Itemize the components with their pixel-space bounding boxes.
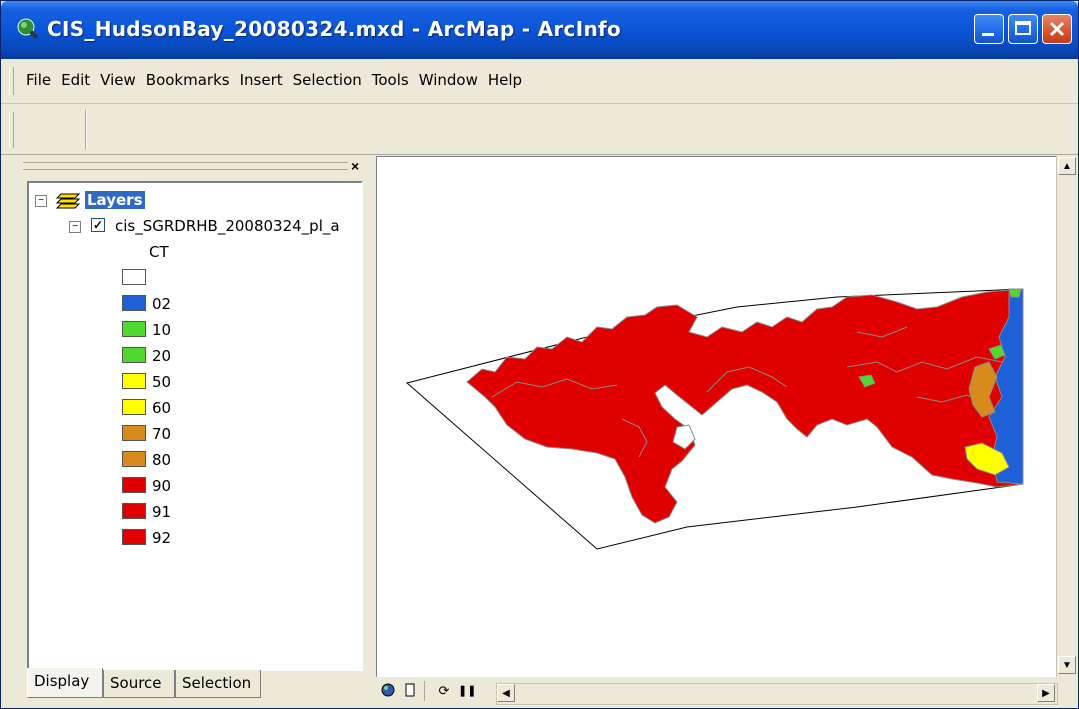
collapse-layer-icon[interactable]: − [69, 221, 81, 233]
menu-bookmarks[interactable]: Bookmarks [141, 71, 235, 89]
menu-grip[interactable] [9, 67, 14, 95]
statusbar-separator [424, 681, 425, 701]
horizontal-scrollbar[interactable]: ◀ ▶ [496, 683, 1058, 705]
legend-label: 02 [152, 295, 172, 313]
scroll-right-button[interactable]: ▶ [1037, 684, 1055, 702]
scroll-up-button[interactable]: ▲ [1058, 157, 1076, 175]
menu-selection[interactable]: Selection [288, 71, 367, 89]
toolbar [1, 104, 1078, 155]
ice-concentration-10-20-polygon-2 [1008, 288, 1022, 298]
legend-swatch [122, 269, 146, 285]
layer-name[interactable]: cis_SGRDRHB_20080324_pl_a [115, 217, 340, 235]
scroll-down-button[interactable]: ▼ [1058, 656, 1076, 674]
legend-swatch [122, 399, 146, 415]
tab-display[interactable]: Display [27, 668, 103, 698]
legend-swatch [122, 503, 146, 519]
close-icon [1049, 21, 1065, 37]
tab-selection[interactable]: Selection [175, 670, 261, 698]
collapse-layers-icon[interactable]: − [35, 195, 47, 207]
legend-swatch [122, 321, 146, 337]
legend-swatch [122, 529, 146, 545]
window-title: CIS_HudsonBay_20080324.mxd - ArcMap - Ar… [47, 17, 622, 41]
refresh-icon[interactable]: ⟳ [436, 683, 452, 699]
layout-view-icon[interactable] [402, 683, 418, 699]
legend-swatch [122, 295, 146, 311]
tab-source[interactable]: Source [103, 670, 175, 698]
scroll-left-button[interactable]: ◀ [497, 684, 515, 702]
layer-tree: − Layers − ✓ cis_SGRDRHB_20080324_pl_a C… [27, 181, 363, 671]
close-button[interactable] [1042, 14, 1072, 44]
legend-item[interactable]: 50 [122, 373, 212, 391]
map-canvas[interactable] [377, 157, 1057, 677]
maximize-icon [1015, 21, 1031, 35]
legend-swatch [122, 347, 146, 363]
legend-label: 91 [152, 503, 172, 521]
toc-header: × [19, 156, 369, 176]
legend-item[interactable]: 92 [122, 529, 212, 547]
menu-view[interactable]: View [95, 71, 141, 89]
map-statusbar: ⟳ ❚❚ ◀ ▶ [376, 677, 1076, 705]
maximize-button[interactable] [1008, 14, 1038, 44]
minimize-icon [982, 33, 994, 36]
menu-tools[interactable]: Tools [367, 71, 414, 89]
legend-swatch [122, 425, 146, 441]
menu-edit[interactable]: Edit [56, 71, 95, 89]
toolbar-separator [85, 110, 87, 150]
legend-item[interactable]: 70 [122, 425, 212, 443]
legend-label: 10 [152, 321, 172, 339]
legend-item[interactable]: 02 [122, 295, 212, 313]
menu-window[interactable]: Window [414, 71, 483, 89]
arcmap-app-icon [17, 18, 38, 39]
arcmap-window: CIS_HudsonBay_20080324.mxd - ArcMap - Ar… [0, 0, 1079, 709]
legend-item[interactable]: 91 [122, 503, 212, 521]
legend-item[interactable]: 80 [122, 451, 212, 469]
menu-help[interactable]: Help [483, 71, 527, 89]
toc-close-button[interactable]: × [351, 158, 359, 174]
legend-swatch [122, 451, 146, 467]
legend-item[interactable]: 60 [122, 399, 212, 417]
layers-icon [55, 193, 81, 209]
layers-root[interactable]: Layers [85, 191, 145, 209]
menu-file[interactable]: File [21, 71, 56, 89]
legend-label: 92 [152, 529, 172, 547]
vertical-scrollbar[interactable]: ▲ ▼ [1056, 156, 1077, 677]
toolbar-grip[interactable] [9, 112, 14, 148]
toc-grip[interactable] [23, 162, 348, 170]
data-view-icon[interactable] [380, 683, 396, 699]
layers-root-label: Layers [85, 191, 145, 209]
legend-label: 80 [152, 451, 172, 469]
layer-visibility-checkbox[interactable]: ✓ [91, 218, 105, 232]
title-bar[interactable]: CIS_HudsonBay_20080324.mxd - ArcMap - Ar… [1, 1, 1078, 59]
field-name: CT [149, 243, 169, 261]
legend-item[interactable]: 90 [122, 477, 212, 495]
legend-item[interactable]: 10 [122, 321, 212, 339]
legend-swatch [122, 477, 146, 493]
minimize-button[interactable] [974, 14, 1004, 44]
menu-insert[interactable]: Insert [235, 71, 288, 89]
legend-label: 50 [152, 373, 172, 391]
legend-swatch [122, 373, 146, 389]
menu-bar: File Edit View Bookmarks Insert Selectio… [1, 59, 1078, 104]
map-view[interactable] [376, 156, 1058, 678]
pause-icon[interactable]: ❚❚ [458, 683, 476, 699]
legend-label: 60 [152, 399, 172, 417]
legend-item[interactable]: 20 [122, 347, 212, 365]
legend-label: 90 [152, 477, 172, 495]
table-of-contents: × − Layers − ✓ cis_SGRDRHB_20080324_pl_a… [19, 156, 369, 702]
legend-label: 70 [152, 425, 172, 443]
legend-label: 20 [152, 347, 172, 365]
legend-item[interactable] [122, 269, 212, 287]
